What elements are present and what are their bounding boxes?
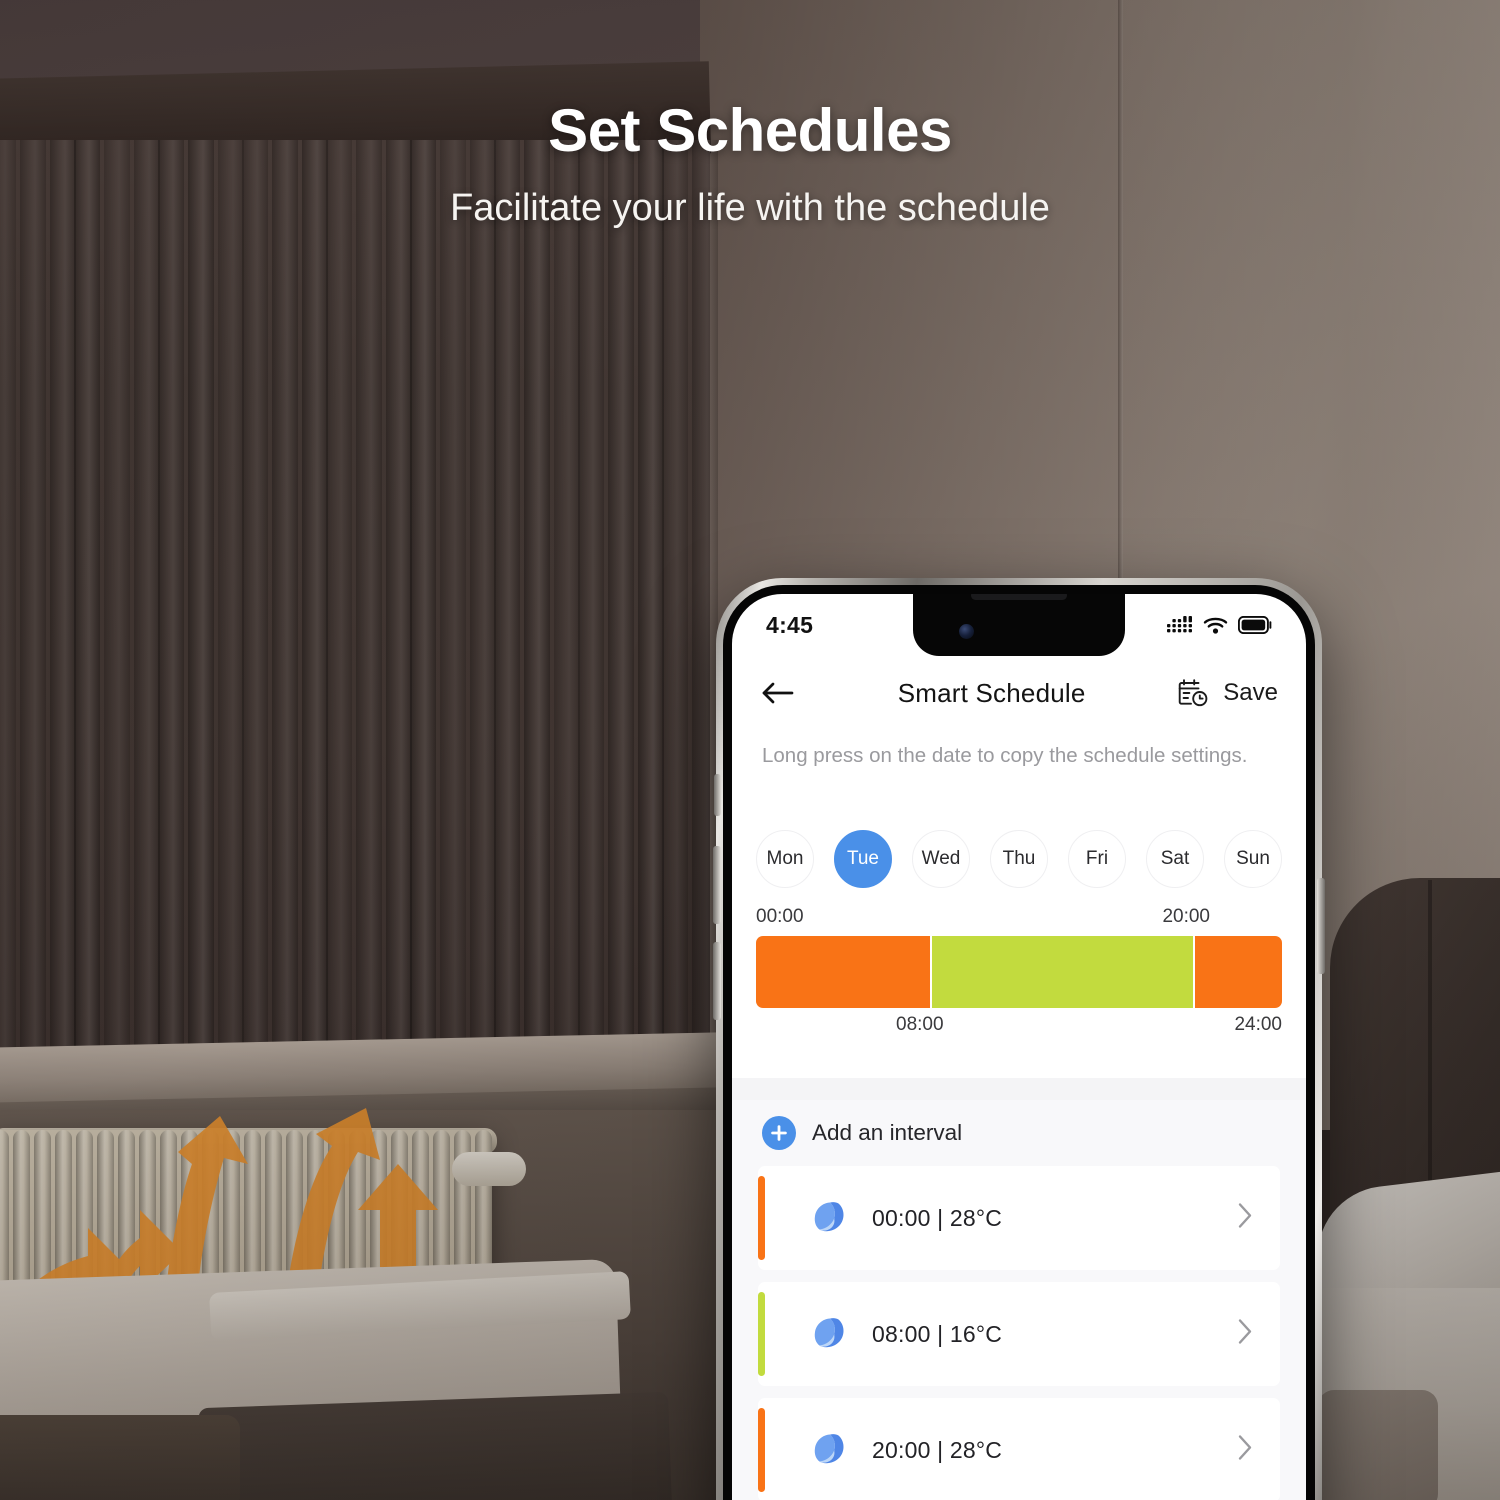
day-chip-wed[interactable]: Wed [912, 830, 970, 888]
chevron-right-icon [1238, 1203, 1252, 1228]
phone-screen: 4:45 Smart Schedule Save Long press on t… [732, 594, 1306, 1500]
plus-icon [771, 1125, 787, 1141]
interval-list: 00:00 | 28°C 08:00 | 16°C 20:00 | 28°C [732, 1166, 1306, 1500]
timeline-segment-0800[interactable] [932, 936, 1193, 1008]
day-chip-mon[interactable]: Mon [756, 830, 814, 888]
timeline-label-24: 24:00 [1234, 1014, 1282, 1035]
interval-chevron[interactable] [1237, 1318, 1254, 1351]
status-icon-group [1167, 615, 1272, 635]
timeline-segment-0000[interactable] [756, 936, 930, 1008]
phone-mockup: 4:45 Smart Schedule Save Long press on t… [713, 578, 1325, 1500]
interval-color-bar [758, 1176, 765, 1260]
wifi-icon [1203, 617, 1228, 634]
interval-chevron[interactable] [1237, 1202, 1254, 1235]
phone-volume-up-button[interactable] [713, 846, 721, 924]
interval-row[interactable]: 08:00 | 16°C [758, 1282, 1280, 1386]
day-chip-sat[interactable]: Sat [1146, 830, 1204, 888]
day-chip-fri[interactable]: Fri [1068, 830, 1126, 888]
plus-circle-icon [762, 1116, 796, 1150]
hero-title: Set Schedules [548, 97, 952, 164]
interval-row[interactable]: 20:00 | 28°C [758, 1398, 1280, 1500]
app-nav-bar: Smart Schedule Save [732, 656, 1306, 730]
timeline-label-20: 20:00 [1162, 906, 1210, 927]
interval-label: 00:00 | 28°C [872, 1204, 1003, 1231]
moon-icon [814, 1434, 844, 1464]
nav-actions: Save [1177, 678, 1278, 708]
day-selector: Mon Tue Wed Thu Fri Sat Sun [732, 830, 1306, 888]
calendar-clock-icon[interactable] [1177, 678, 1209, 708]
arrow-left-icon [762, 682, 794, 704]
section-divider [732, 1078, 1306, 1100]
hero-subtitle: Facilitate your life with the schedule [450, 187, 1050, 229]
phone-power-button[interactable] [1317, 878, 1325, 974]
timeline-label-08: 08:00 [896, 1014, 944, 1035]
day-chip-sun[interactable]: Sun [1224, 830, 1282, 888]
day-chip-thu[interactable]: Thu [990, 830, 1048, 888]
hero-text-block: Set Schedules Facilitate your life with … [0, 96, 1500, 230]
chevron-right-icon [1238, 1435, 1252, 1460]
status-time: 4:45 [766, 611, 814, 638]
timeline-bottom-labels: 08:00 24:00 [756, 1014, 1282, 1040]
timeline-top-labels: 00:00 20:00 [756, 906, 1282, 932]
interval-color-bar [758, 1292, 765, 1376]
back-button[interactable] [760, 680, 806, 706]
interval-color-bar [758, 1408, 765, 1492]
moon-icon [814, 1318, 844, 1348]
interval-mode-icon [808, 1196, 852, 1240]
phone-mute-switch[interactable] [714, 774, 721, 816]
interval-label: 08:00 | 16°C [872, 1320, 1003, 1347]
add-interval-label: Add an interval [812, 1120, 963, 1145]
moon-icon [814, 1202, 844, 1232]
chevron-right-icon [1238, 1319, 1252, 1344]
copy-schedule-hint: Long press on the date to copy the sched… [762, 744, 1248, 767]
day-chip-tue[interactable]: Tue [834, 830, 892, 888]
timeline-segment-2000[interactable] [1195, 936, 1282, 1008]
schedule-timeline: 00:00 20:00 08:00 24:00 [732, 906, 1306, 1040]
page-title: Smart Schedule [897, 677, 1086, 708]
add-interval-button[interactable]: Add an interval [732, 1100, 1306, 1166]
status-bar: 4:45 [732, 594, 1306, 656]
save-button[interactable]: Save [1223, 679, 1278, 707]
cellular-signal-icon [1167, 615, 1192, 632]
phone-volume-down-button[interactable] [713, 942, 721, 1020]
interval-mode-icon [808, 1428, 852, 1472]
interval-row[interactable]: 00:00 | 28°C [758, 1166, 1280, 1270]
battery-icon [1238, 616, 1272, 634]
timeline-bar[interactable] [756, 936, 1282, 1008]
interval-chevron[interactable] [1237, 1434, 1254, 1467]
interval-label: 20:00 | 28°C [872, 1436, 1003, 1463]
interval-mode-icon [808, 1312, 852, 1356]
timeline-label-00: 00:00 [756, 906, 804, 927]
